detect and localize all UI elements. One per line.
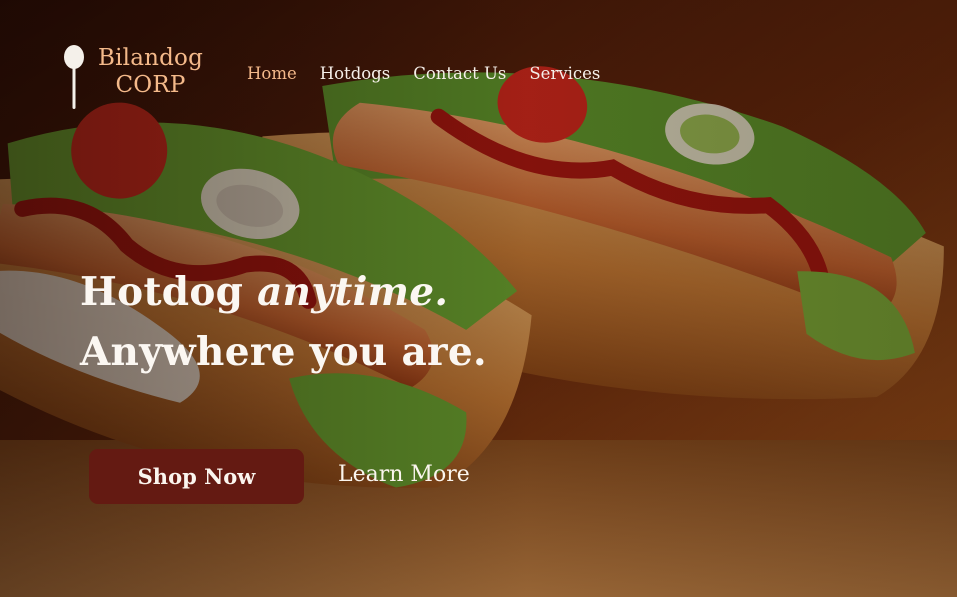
brand-logo[interactable]: Bilandog CORP	[62, 44, 203, 110]
brand-name-line2: CORP	[115, 72, 186, 98]
hero-headline: Hotdog anytime. Anywhere you are.	[80, 262, 487, 382]
nav-item-home[interactable]: Home	[247, 64, 297, 83]
main-nav: Home Hotdogs Contact Us Services	[247, 64, 623, 83]
hero-section: Bilandog CORP Home Hotdogs Contact Us Se…	[0, 0, 957, 597]
headline-plain-text: Hotdog	[80, 269, 258, 315]
nav-item-services[interactable]: Services	[529, 64, 600, 83]
learn-more-link[interactable]: Learn More	[338, 457, 470, 493]
headline-emphasis-text: anytime.	[257, 269, 449, 315]
brand-name-line1: Bilandog	[98, 45, 204, 71]
brand-name: Bilandog CORP	[98, 45, 203, 99]
hotdog-skewer-icon	[64, 45, 84, 109]
shop-now-button[interactable]: Shop Now	[89, 449, 304, 504]
headline-line2: Anywhere you are.	[80, 329, 487, 375]
nav-item-hotdogs[interactable]: Hotdogs	[320, 64, 390, 83]
nav-item-contact-us[interactable]: Contact Us	[413, 64, 506, 83]
headline-line1: Hotdog anytime.	[80, 262, 487, 322]
